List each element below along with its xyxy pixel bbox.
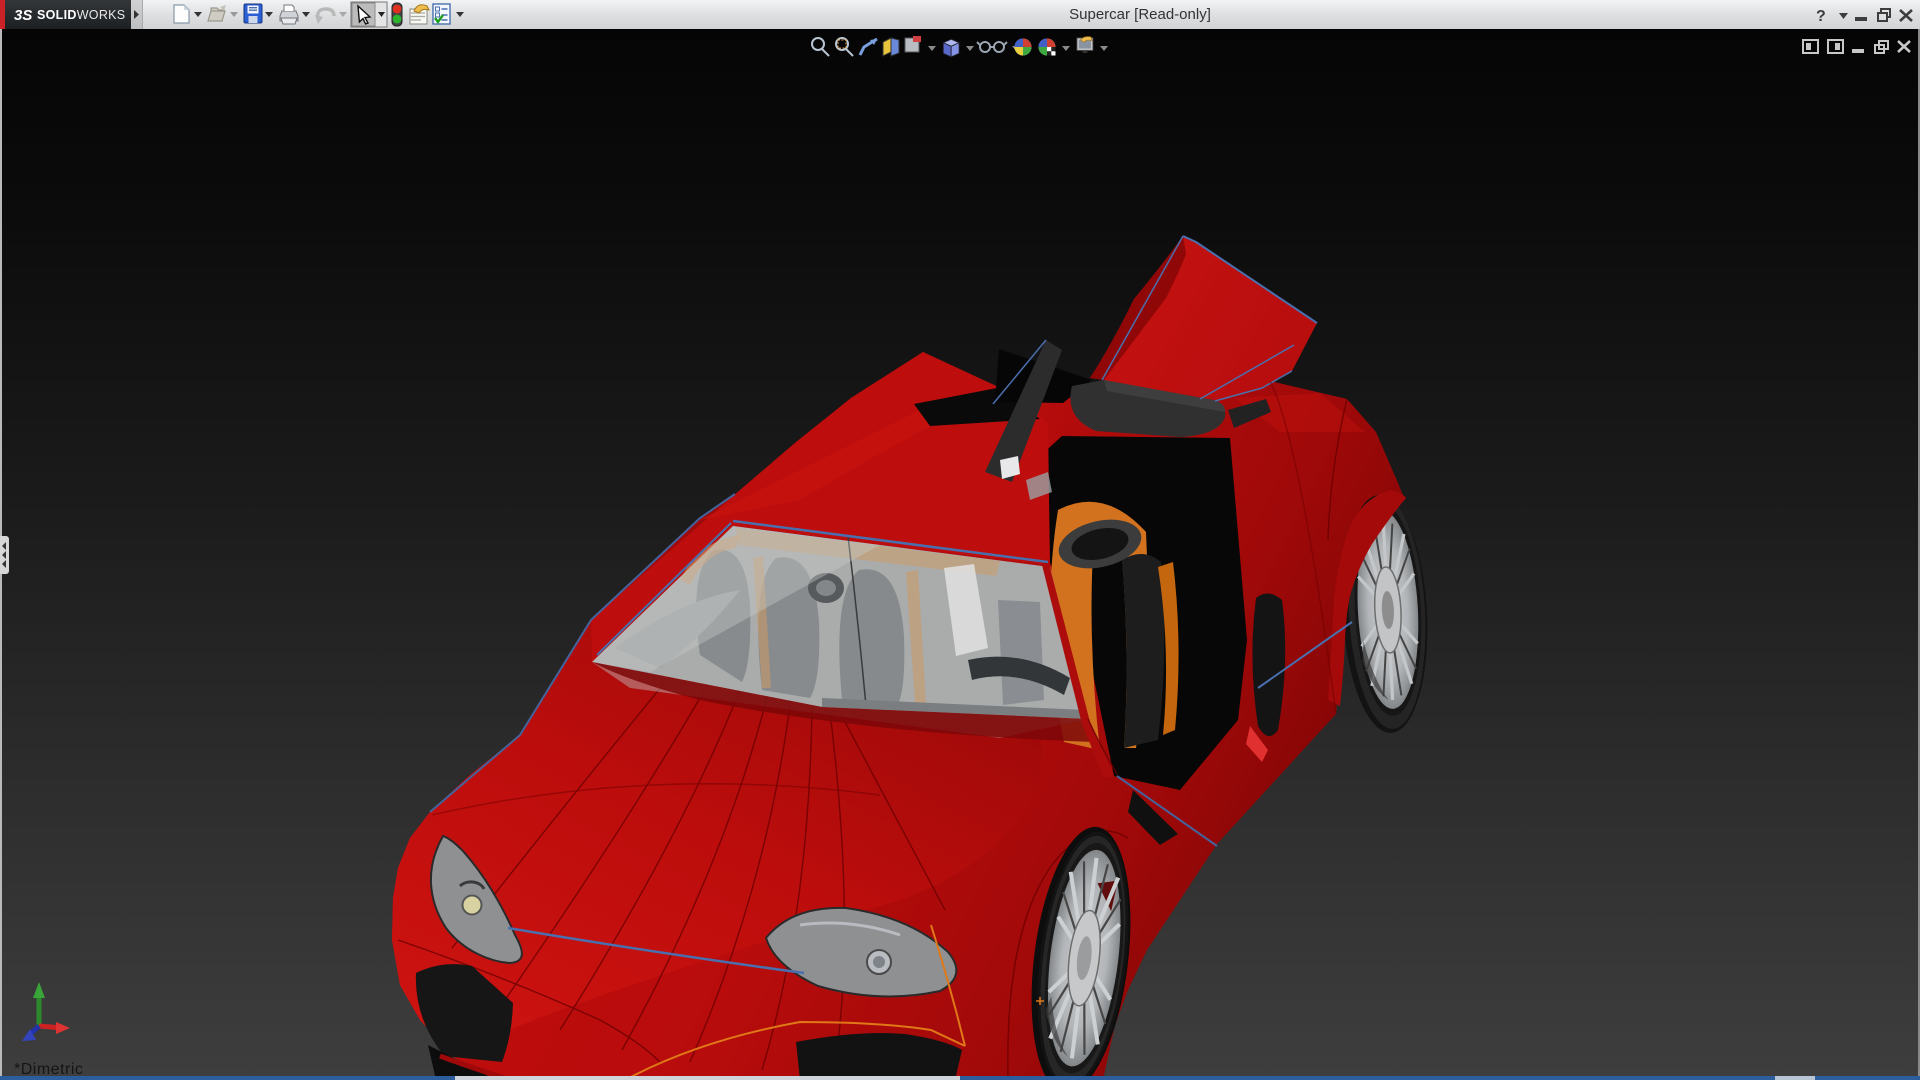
svg-text:?: ?	[1816, 8, 1826, 25]
